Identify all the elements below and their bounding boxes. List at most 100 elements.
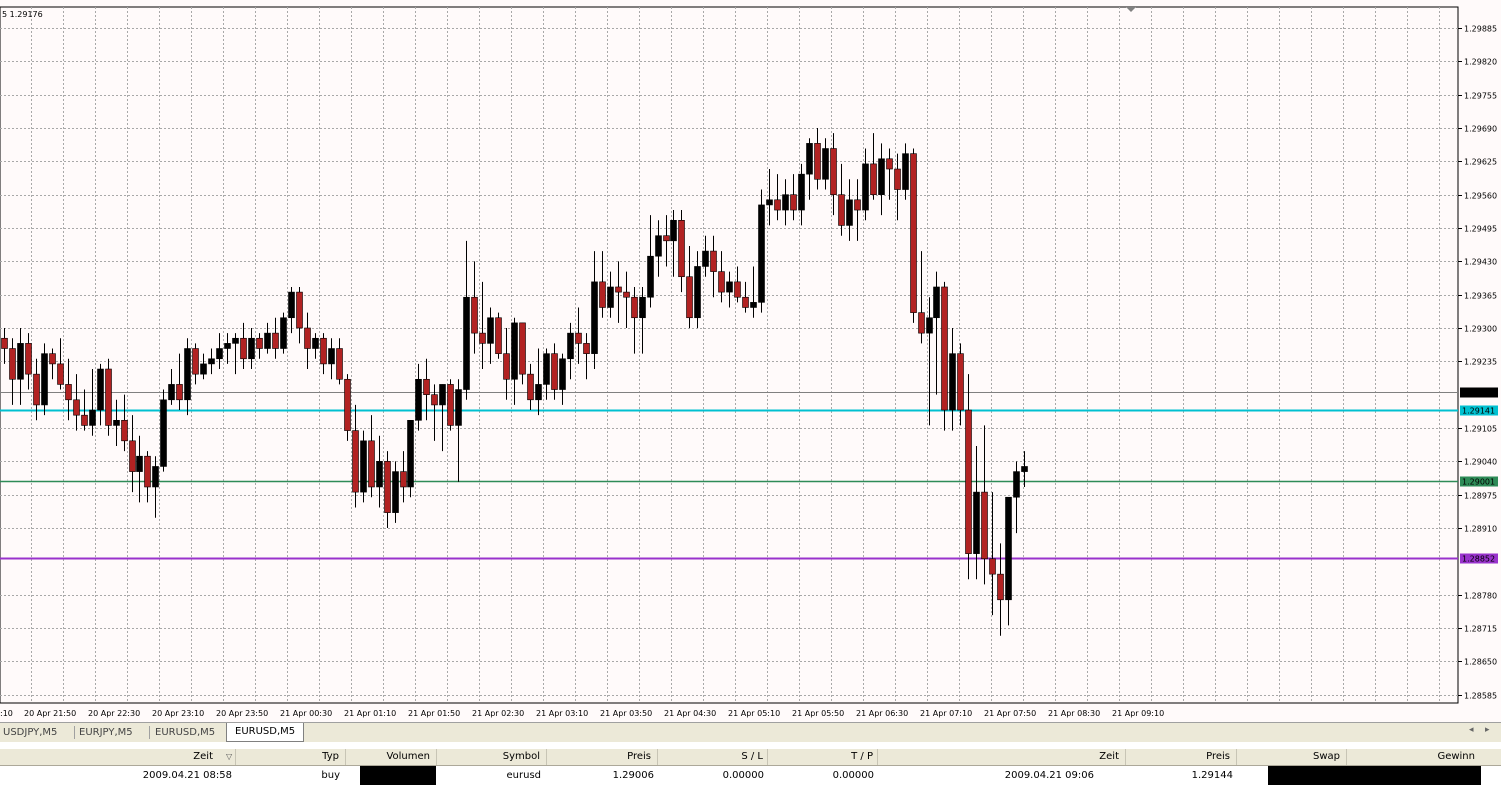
candle-body	[25, 343, 32, 375]
col-header-volumen[interactable]: Volumen	[346, 749, 437, 765]
col-header-sl[interactable]: S / L	[658, 749, 768, 765]
sort-indicator-icon: ▽	[226, 752, 233, 761]
chart-tab-bar: USDJPY,M5 EURJPY,M5 EURUSD,M5 EURUSD,M5 …	[0, 722, 1501, 743]
candle-body	[782, 194, 789, 211]
candle-body	[9, 348, 16, 380]
candle-body	[615, 286, 622, 293]
tab-scroll-left-icon[interactable]: ◂	[1469, 725, 1474, 735]
col-header-preis[interactable]: Preis	[547, 749, 658, 765]
tab-scroll-right-icon[interactable]: ▸	[1485, 725, 1490, 735]
cell-preis-close: 1.29144	[1191, 770, 1233, 781]
terminal-header-row: Zeit ▽ Typ Volumen Symbol Preis S / L T …	[0, 748, 1501, 766]
col-header-symbol[interactable]: Symbol	[437, 749, 547, 765]
candle-body	[57, 363, 64, 385]
y-tick-label: 1.29690	[1464, 125, 1497, 134]
col-header-tp[interactable]: T / P	[768, 749, 878, 765]
candle-body	[471, 296, 478, 334]
col-header-gewinn[interactable]: Gewinn	[1347, 749, 1481, 765]
y-tick-label: 1.29820	[1464, 58, 1497, 67]
cell-preis: 1.29006	[612, 770, 654, 781]
candle-body	[248, 337, 255, 360]
y-tick-label: 1.29495	[1464, 225, 1497, 234]
col-header-zeit[interactable]: Zeit	[0, 749, 236, 765]
level-price-label-purple: 1.28852	[1462, 555, 1495, 564]
candle-body	[232, 337, 239, 344]
candle-body	[686, 276, 693, 319]
candle-body	[607, 286, 614, 308]
level-price-label-bid: 1.29176	[1462, 389, 1495, 398]
x-tick-label: 21 Apr 01:10	[344, 709, 396, 718]
tab-separator	[149, 726, 150, 739]
candle-body	[176, 384, 183, 401]
x-tick-label: 21 Apr 08:30	[1048, 709, 1100, 718]
tab-usdjpy-m5[interactable]: USDJPY,M5	[0, 724, 74, 741]
tab-eurusd-m5[interactable]: EURUSD,M5	[152, 724, 224, 741]
candle-body	[384, 461, 391, 513]
cell-symbol: eurusd	[506, 770, 542, 781]
candle-body	[192, 348, 199, 375]
candle-body	[296, 291, 303, 329]
candle-body	[910, 153, 917, 313]
col-header-preis-close[interactable]: Preis	[1126, 749, 1237, 765]
tab-eurjpy-m5[interactable]: EURJPY,M5	[76, 724, 148, 741]
y-tick-label: 1.29560	[1464, 192, 1497, 201]
col-header-typ[interactable]: Typ	[236, 749, 346, 765]
candle-body	[790, 194, 797, 211]
candle-body	[224, 343, 231, 349]
col-header-swap[interactable]: Swap	[1237, 749, 1347, 765]
candle-body	[1021, 466, 1028, 472]
cell-tp: 0.00000	[832, 770, 874, 781]
candle-body	[519, 322, 526, 375]
candle-body	[870, 163, 877, 195]
candle-body	[543, 353, 550, 385]
candle-body	[535, 384, 542, 401]
price-chart[interactable]: 1.29885 1.29820 1.29755 1.29690 1.29625 1.295…	[0, 0, 1501, 722]
candle-body	[734, 281, 741, 298]
candle-body	[447, 384, 454, 426]
candle-body	[1, 337, 8, 349]
y-tick-label: 1.28585	[1464, 692, 1497, 701]
x-tick-label: 21 Apr 01:50	[408, 709, 460, 718]
candle-body	[551, 353, 558, 390]
candle-body	[503, 353, 510, 380]
candle-body	[527, 373, 534, 401]
candle-body	[168, 384, 175, 401]
tab-eurusd-m5-active[interactable]: EURUSD,M5	[226, 723, 304, 742]
x-tick-label: 21 Apr 05:50	[792, 709, 844, 718]
candlestick-chart-svg[interactable]: 1.29885 1.29820 1.29755 1.29690 1.29625 1.295…	[0, 0, 1501, 722]
candle-body	[304, 327, 311, 349]
candle-body	[113, 420, 120, 426]
trade-terminal: Zeit ▽ Typ Volumen Symbol Preis S / L T …	[0, 742, 1501, 786]
candle-body	[973, 491, 980, 554]
candle-body	[136, 455, 143, 472]
y-tick-label: 1.28650	[1464, 658, 1497, 667]
col-header-zeit-close[interactable]: Zeit	[878, 749, 1126, 765]
candle-body	[511, 322, 518, 380]
cell-zeit-close: 2009.04.21 09:06	[1004, 770, 1094, 781]
x-tick-label: 20 Apr 23:50	[216, 709, 268, 718]
candle-body	[360, 440, 367, 493]
x-tick-label: 20 Apr 23:10	[152, 709, 204, 718]
candle-body	[989, 558, 996, 575]
candle-body	[854, 199, 861, 211]
candle-body	[487, 317, 494, 344]
y-tick-label: 1.29365	[1464, 292, 1497, 301]
candle-body	[288, 291, 295, 319]
candle-body	[1013, 471, 1020, 498]
candle-body	[814, 143, 821, 180]
candle-body	[750, 302, 757, 308]
x-tick-label: 20 Apr 22:30	[88, 709, 140, 718]
candle-body	[129, 440, 136, 472]
candle-body	[918, 312, 925, 334]
candle-body	[631, 296, 638, 319]
candle-body	[567, 332, 574, 360]
candle-body	[862, 163, 869, 211]
candle-body	[591, 281, 598, 354]
candle-body	[49, 353, 56, 365]
candle-body	[455, 389, 462, 426]
candle-body	[121, 420, 128, 442]
candle-body	[264, 332, 271, 349]
candle-body	[200, 363, 207, 375]
candle-body	[838, 194, 845, 226]
y-tick-label: 1.29300	[1464, 325, 1497, 334]
